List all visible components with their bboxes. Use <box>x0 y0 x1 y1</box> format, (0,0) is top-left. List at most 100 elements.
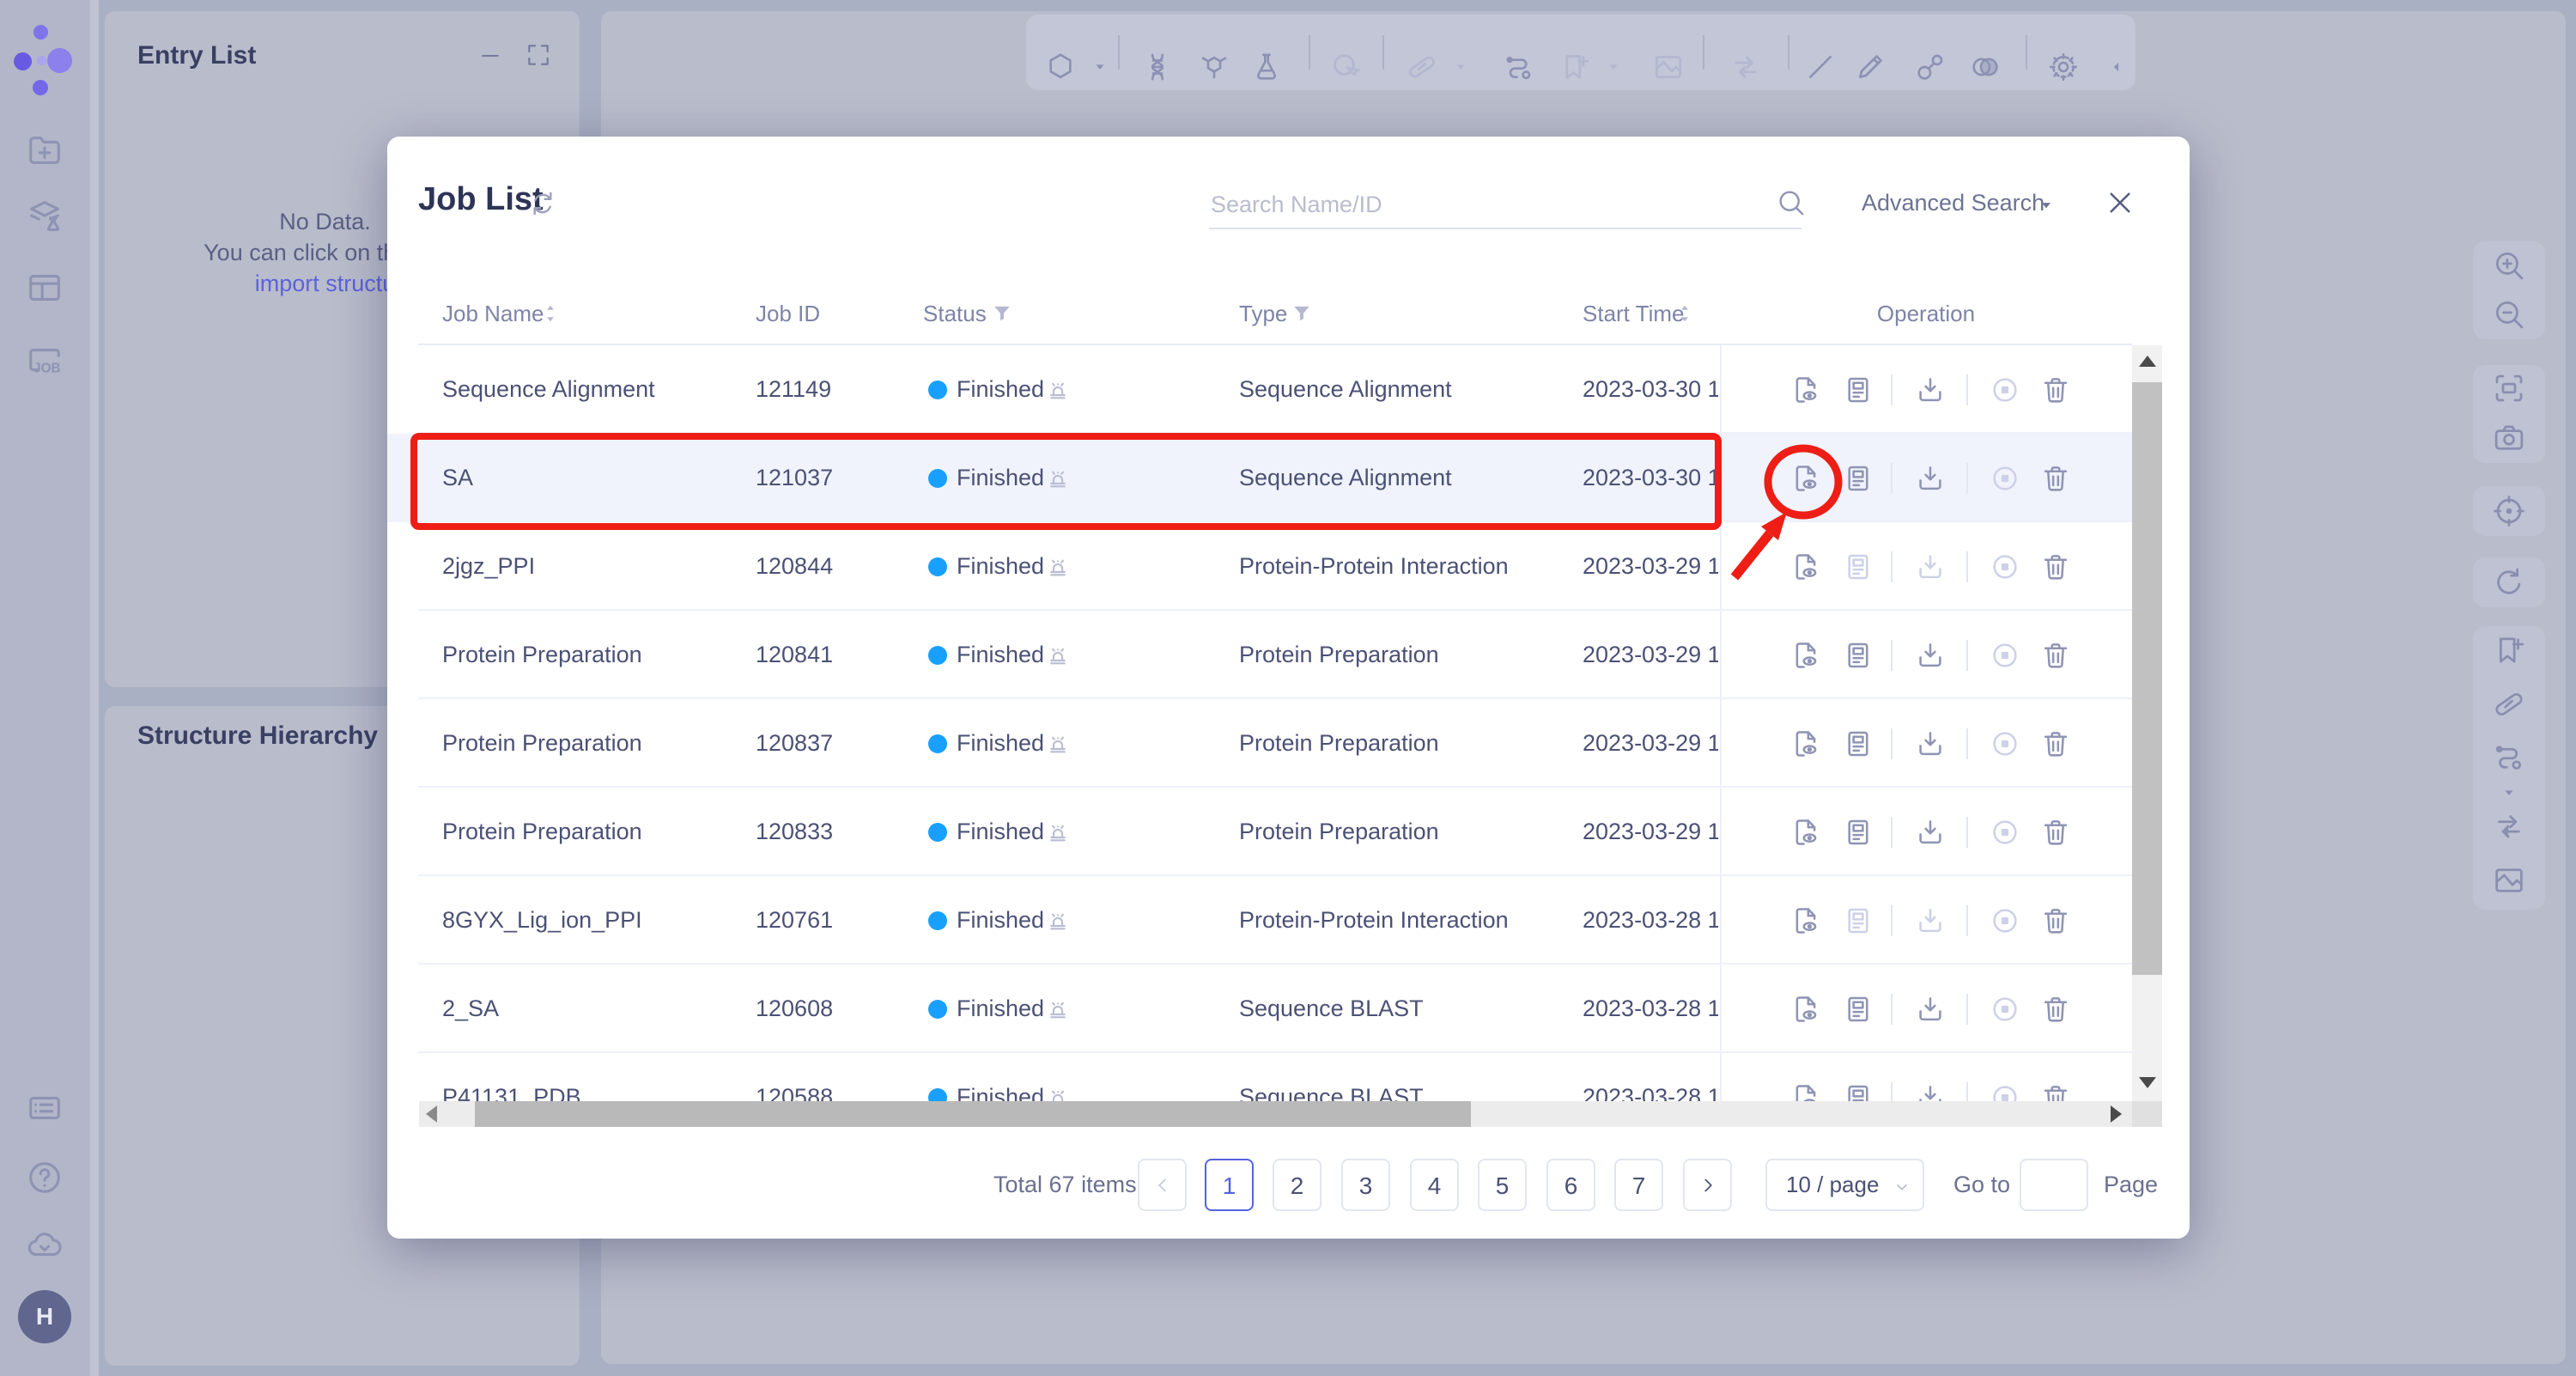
scroll-up-icon[interactable] <box>2139 356 2156 367</box>
table-row[interactable]: Protein Preparation120841FinishedProtein… <box>387 611 2132 699</box>
job-log-icon[interactable] <box>1842 374 1874 406</box>
download-icon[interactable] <box>1914 816 1947 849</box>
next-page-button[interactable] <box>1683 1159 1732 1211</box>
delete-trash-icon[interactable] <box>2039 993 2072 1026</box>
page-button-5[interactable]: 5 <box>1478 1159 1527 1211</box>
page-button-2[interactable]: 2 <box>1273 1159 1321 1211</box>
minimize-icon[interactable] <box>477 43 503 69</box>
status-alarm-icon[interactable] <box>1044 376 1072 404</box>
goto-page-input[interactable] <box>2020 1159 2088 1211</box>
file-view-icon[interactable] <box>1789 639 1822 672</box>
table-row[interactable]: Protein Preparation120833FinishedProtein… <box>387 788 2132 876</box>
measure-capsule-icon[interactable] <box>2491 686 2527 722</box>
route-path-icon[interactable] <box>2491 739 2527 775</box>
dna-icon[interactable] <box>1140 50 1175 84</box>
delete-trash-icon[interactable] <box>2039 904 2072 937</box>
file-view-icon[interactable] <box>1789 462 1822 495</box>
caret-down-icon[interactable] <box>2038 197 2055 214</box>
delete-trash-icon[interactable] <box>2039 551 2072 583</box>
map-image-icon[interactable] <box>1651 50 1686 84</box>
download-icon[interactable] <box>1914 374 1947 406</box>
col-status[interactable]: Status <box>923 283 987 344</box>
table-row[interactable]: SA121037FinishedSequence Alignment2023-0… <box>387 434 2132 522</box>
table-row[interactable]: 2jgz_PPI120844FinishedProtein-Protein In… <box>387 522 2132 611</box>
download-icon[interactable] <box>1914 639 1947 672</box>
job-log-icon[interactable] <box>1842 993 1874 1026</box>
zoom-in-icon[interactable] <box>2491 247 2527 283</box>
flask-icon[interactable] <box>1249 50 1284 84</box>
caret-down-filled-icon[interactable] <box>1606 59 1621 75</box>
close-icon[interactable] <box>2104 186 2136 219</box>
page-button-6[interactable]: 6 <box>1546 1159 1595 1211</box>
caret-down-filled-icon[interactable] <box>1453 59 1468 75</box>
delete-trash-icon[interactable] <box>2039 728 2072 760</box>
structure-hexagon-icon[interactable] <box>1043 50 1078 84</box>
scroll-right-icon[interactable] <box>2111 1105 2122 1123</box>
bond-link-icon[interactable] <box>1913 50 1947 84</box>
advanced-search-button[interactable]: Advanced Search <box>1862 190 2044 216</box>
search-input[interactable] <box>1209 184 1745 225</box>
status-alarm-icon[interactable] <box>1044 465 1072 492</box>
status-alarm-icon[interactable] <box>1044 553 1072 581</box>
avatar[interactable]: H <box>18 1290 71 1343</box>
horizontal-scrollbar[interactable] <box>419 1101 2132 1127</box>
page-size-select[interactable]: 10 / page <box>1765 1159 1924 1211</box>
col-job-name[interactable]: Job Name <box>442 283 544 344</box>
line-draw-icon[interactable] <box>1803 50 1838 84</box>
page-button-4[interactable]: 4 <box>1410 1159 1459 1211</box>
vertical-scroll-thumb[interactable] <box>2132 382 2162 975</box>
col-start-time[interactable]: Start Time <box>1583 283 1684 344</box>
table-view-icon[interactable] <box>25 268 64 307</box>
swap-route-icon[interactable] <box>2491 808 2527 844</box>
prev-page-button[interactable] <box>1138 1159 1187 1211</box>
fit-view-icon[interactable] <box>2491 370 2527 406</box>
venn-circles-icon[interactable] <box>1968 50 2002 84</box>
cloud-sync-icon[interactable] <box>25 1226 64 1265</box>
help-circle-icon[interactable] <box>25 1158 64 1197</box>
download-icon[interactable] <box>1914 993 1947 1026</box>
table-row[interactable]: Protein Preparation120837FinishedProtein… <box>387 699 2132 788</box>
delete-trash-icon[interactable] <box>2039 816 2072 849</box>
table-row[interactable]: 8GYX_Lig_ion_PPI120761FinishedProtein-Pr… <box>387 876 2132 965</box>
download-icon[interactable] <box>1914 462 1947 495</box>
file-view-icon[interactable] <box>1789 816 1822 849</box>
focus-target-icon[interactable] <box>2491 493 2527 529</box>
funnel-icon[interactable] <box>990 301 1014 326</box>
search-icon[interactable] <box>1776 187 1807 218</box>
pencil-edit-icon[interactable] <box>1853 50 1887 84</box>
download-icon[interactable] <box>1914 728 1947 760</box>
snapshot-camera-icon[interactable] <box>2491 420 2527 456</box>
file-view-icon[interactable] <box>1789 551 1822 583</box>
job-log-icon[interactable] <box>1842 816 1874 849</box>
delete-trash-icon[interactable] <box>2039 374 2072 406</box>
status-alarm-icon[interactable] <box>1044 907 1072 935</box>
settings-gear-icon[interactable] <box>2046 50 2081 84</box>
session-list-icon[interactable] <box>25 1088 64 1128</box>
zoom-out-icon[interactable] <box>2491 296 2527 332</box>
vertical-scrollbar[interactable] <box>2132 345 2162 1101</box>
horizontal-scroll-thumb[interactable] <box>475 1101 1471 1127</box>
sorter-icon[interactable] <box>1674 302 1696 325</box>
table-row[interactable]: Sequence Alignment121149FinishedSequence… <box>387 345 2132 434</box>
status-alarm-icon[interactable] <box>1044 730 1072 758</box>
job-log-icon[interactable] <box>1842 728 1874 760</box>
job-log-icon[interactable] <box>1842 639 1874 672</box>
scroll-left-icon[interactable] <box>426 1105 437 1123</box>
caret-down-filled-icon[interactable] <box>1092 59 1108 75</box>
map-image-icon[interactable] <box>2491 862 2527 898</box>
sorter-icon[interactable] <box>539 302 562 325</box>
circle-select-icon[interactable] <box>1329 50 1364 84</box>
page-button-7[interactable]: 7 <box>1614 1159 1663 1211</box>
file-view-icon[interactable] <box>1789 904 1822 937</box>
collapse-left-icon[interactable] <box>2108 58 2125 76</box>
file-view-icon[interactable] <box>1789 993 1822 1026</box>
status-alarm-icon[interactable] <box>1044 642 1072 669</box>
pipeline-flask-icon[interactable] <box>25 195 64 234</box>
job-log-icon[interactable] <box>1842 462 1874 495</box>
table-row[interactable]: 2_SA120608FinishedSequence BLAST2023-03-… <box>387 965 2132 1053</box>
col-type[interactable]: Type <box>1239 283 1287 344</box>
route-path-icon[interactable] <box>1502 50 1536 84</box>
add-entry-folder-icon[interactable] <box>25 131 64 170</box>
swap-route-icon[interactable] <box>1728 50 1763 84</box>
bookmark-add-icon[interactable] <box>2491 632 2527 668</box>
